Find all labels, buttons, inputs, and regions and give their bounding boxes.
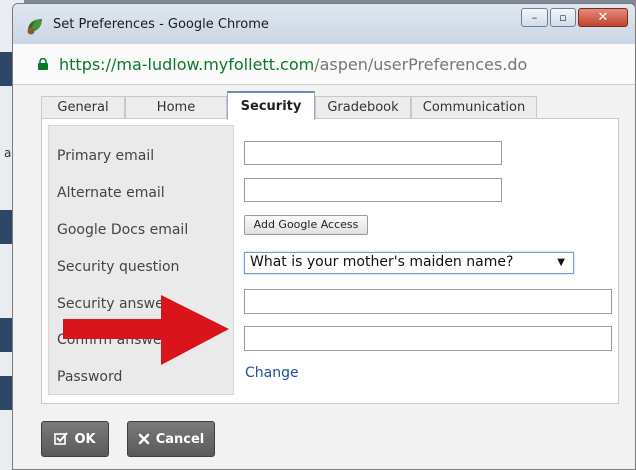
- url-path: /aspen/userPreferences.do: [314, 55, 528, 74]
- close-button[interactable]: ✕: [578, 8, 628, 27]
- maximize-button[interactable]: ▫: [550, 8, 576, 27]
- url-host: ma-ludlow.myfollett.com: [116, 55, 315, 74]
- cancel-button[interactable]: Cancel: [127, 421, 215, 457]
- dropdown-caret-icon: ▼: [557, 257, 565, 268]
- red-arrow-annotation: [63, 295, 229, 365]
- google-docs-email-label: Google Docs email: [57, 222, 189, 238]
- change-password-link[interactable]: Change: [245, 365, 299, 381]
- tab-home[interactable]: Home: [125, 96, 227, 119]
- x-icon: [138, 433, 150, 445]
- alternate-email-field[interactable]: [244, 178, 502, 202]
- checkbox-check-icon: [54, 432, 69, 445]
- chrome-app-leaf-icon: [27, 19, 42, 35]
- cancel-label: Cancel: [155, 431, 205, 447]
- ok-label: OK: [74, 431, 96, 447]
- ok-button[interactable]: OK: [41, 421, 109, 457]
- security-answer-field[interactable]: [244, 289, 612, 314]
- minimize-button[interactable]: –: [521, 8, 548, 27]
- window-title: Set Preferences - Google Chrome: [53, 17, 269, 32]
- security-question-value: What is your mother's maiden name?: [250, 254, 514, 270]
- title-bar[interactable]: Set Preferences - Google Chrome – ▫ ✕: [13, 4, 635, 44]
- tab-communication[interactable]: Communication: [411, 96, 537, 119]
- lock-icon: [38, 58, 48, 70]
- dialog-content: General Home Security Gradebook Communic…: [13, 85, 635, 469]
- security-question-label: Security question: [57, 259, 180, 275]
- url-text: https://ma-ludlow.myfollett.com/aspen/us…: [59, 55, 527, 74]
- security-question-select[interactable]: What is your mother's maiden name? ▼: [244, 252, 574, 274]
- alternate-email-label: Alternate email: [57, 185, 165, 201]
- primary-email-field[interactable]: [244, 141, 502, 165]
- add-google-access-button[interactable]: Add Google Access: [244, 215, 368, 235]
- url-scheme: https://: [59, 55, 117, 74]
- tab-security[interactable]: Security: [227, 91, 315, 120]
- tab-general[interactable]: General: [41, 96, 125, 119]
- address-bar[interactable]: https://ma-ludlow.myfollett.com/aspen/us…: [13, 44, 635, 85]
- tab-gradebook[interactable]: Gradebook: [315, 96, 411, 119]
- primary-email-label: Primary email: [57, 148, 155, 164]
- confirm-answer-field[interactable]: [244, 326, 612, 351]
- preferences-window: Set Preferences - Google Chrome – ▫ ✕ ht…: [12, 3, 636, 470]
